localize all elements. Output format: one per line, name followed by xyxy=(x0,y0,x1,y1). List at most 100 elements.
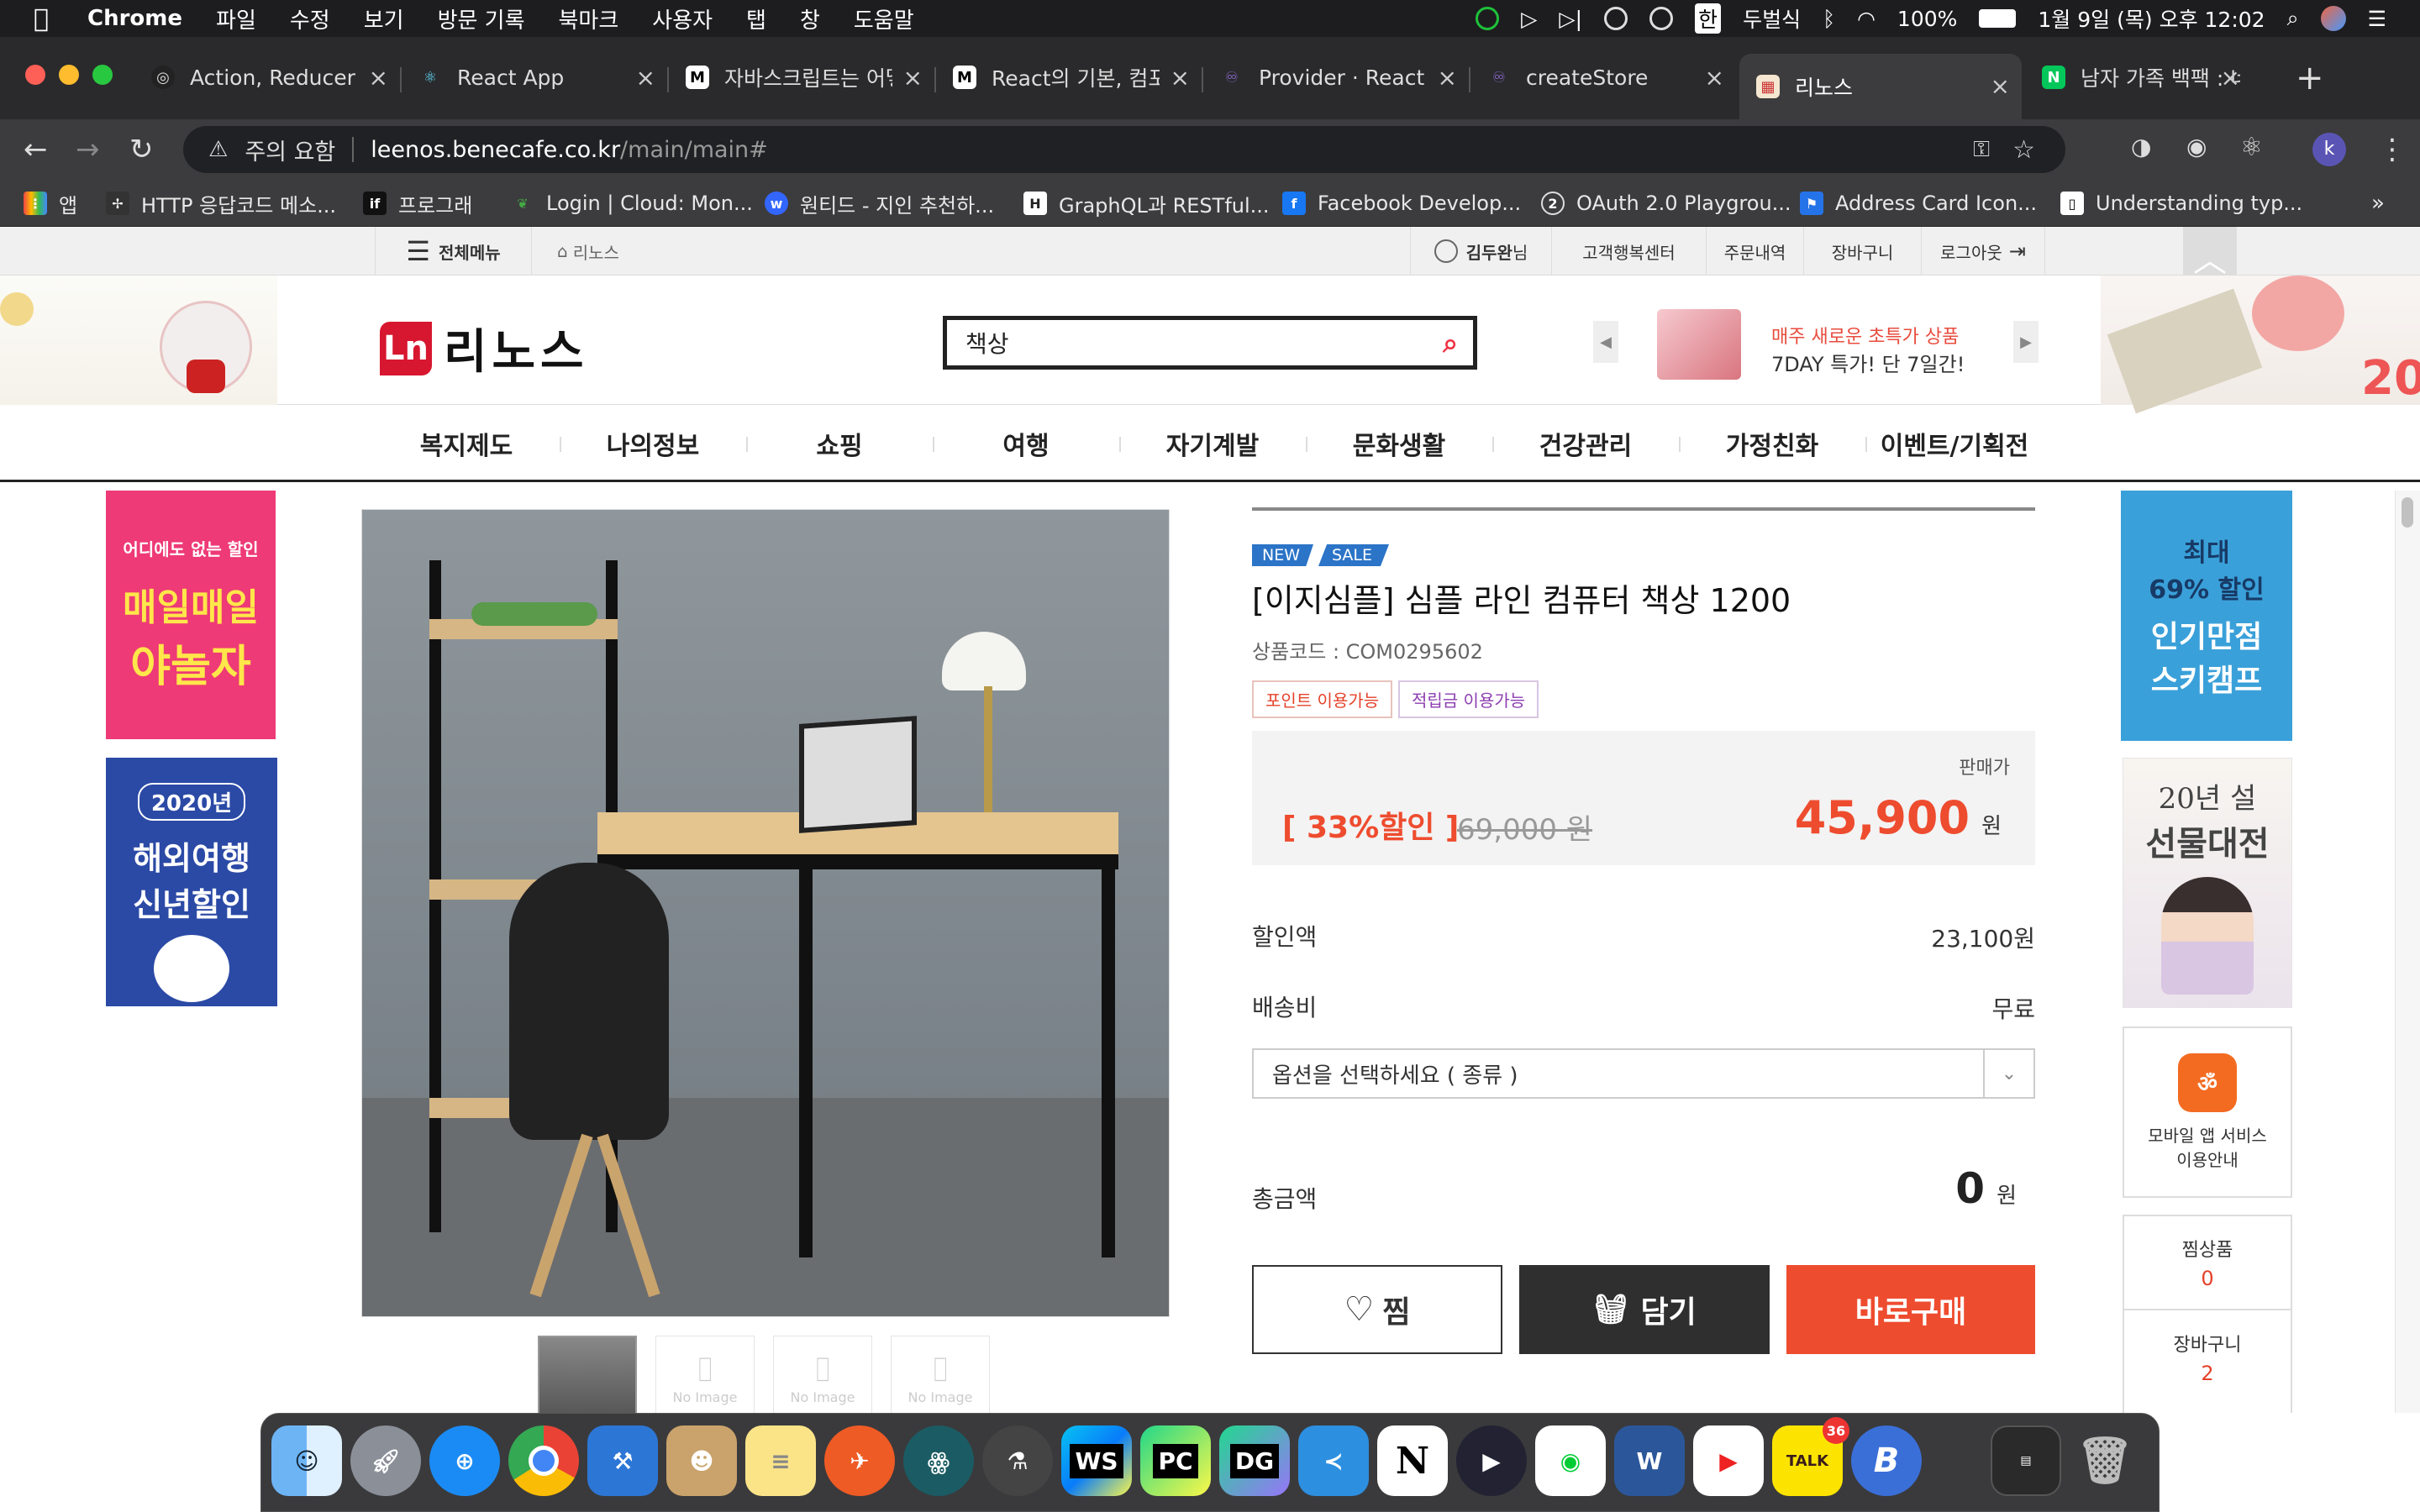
site-logo[interactable]: Ln 리노스 xyxy=(380,314,589,382)
input-source-label[interactable]: 두벌식 xyxy=(1743,3,1801,34)
extension-2-icon[interactable]: ◉ xyxy=(2186,133,2207,160)
nav-self-development[interactable]: 자기계발 xyxy=(1119,405,1306,482)
vscode-icon[interactable]: ≺ xyxy=(1298,1425,1369,1496)
finder-icon[interactable]: ☺ xyxy=(271,1425,342,1496)
bluetooth-icon[interactable]: ᛒ xyxy=(1823,7,1835,31)
thumbnail-2[interactable]: ⌷ No Image xyxy=(655,1336,755,1413)
infuse-icon[interactable]: ▶ xyxy=(1456,1425,1527,1496)
nav-my-info[interactable]: 나의정보 xyxy=(560,405,746,482)
add-to-cart-button[interactable]: 🧺︎ 담기 xyxy=(1519,1265,1770,1354)
menu-bookmarks[interactable]: 북마크 xyxy=(559,3,619,34)
next-icon[interactable]: ▷| xyxy=(1559,7,1582,31)
new-year-gift-banner[interactable]: 20년 설 선물대전 xyxy=(2123,758,2292,1008)
apple-icon[interactable]:  xyxy=(34,4,49,34)
cart-link[interactable]: 장바구니 xyxy=(1803,227,1921,276)
siri-icon[interactable] xyxy=(2320,6,2346,31)
bookmark-programmers[interactable]: if 프로그래 xyxy=(363,188,472,218)
all-menu-button[interactable]: ☰ 전체메뉴 xyxy=(375,227,531,276)
status-b-icon[interactable] xyxy=(1604,7,1628,30)
bookmark-http[interactable]: ✢ HTTP 응답코드 메소... xyxy=(106,188,336,218)
clock[interactable]: 1월 9일 (목) 오후 12:02 xyxy=(2038,3,2265,34)
search-box[interactable]: 책상 ⌕ xyxy=(943,316,1477,370)
url-host[interactable]: leenos.benecafe.co.kr xyxy=(371,137,620,163)
close-icon[interactable]: × xyxy=(636,64,655,92)
menu-window[interactable]: 창 xyxy=(800,3,820,34)
bookmark-graphql[interactable]: H GraphQL과 RESTful... xyxy=(1023,188,1270,218)
tab-javascript[interactable]: M 자바스크립트는 어떻 × xyxy=(669,54,934,101)
scrollbar-thumb[interactable] xyxy=(2402,497,2413,528)
notion-icon[interactable]: N xyxy=(1377,1425,1448,1496)
menu-tab[interactable]: 탭 xyxy=(746,3,766,34)
tab-provider[interactable]: ♾ Provider · React R × xyxy=(1203,54,1469,101)
trash-icon[interactable]: 🗑︎ xyxy=(2070,1425,2140,1496)
tab-createstore[interactable]: ♾ createStore × xyxy=(1470,54,1736,101)
pycharm-icon[interactable]: PC xyxy=(1140,1425,1211,1496)
promo-image[interactable] xyxy=(1657,309,1741,380)
postman-icon[interactable]: ✈ xyxy=(824,1425,895,1496)
promo-text[interactable]: 매주 새로운 초특가 상품 7DAY 특가! 단 7일간! xyxy=(1771,324,1965,378)
key-icon[interactable]: ⚿ xyxy=(1973,137,1990,163)
menu-help[interactable]: 도움말 xyxy=(854,3,914,34)
option-select[interactable]: 옵션을 선택하세요 ( 종류 ) ⌄ xyxy=(1252,1048,2035,1099)
promo-next-button[interactable]: ▶ xyxy=(2013,321,2039,363)
bookmark-address-card[interactable]: ⚑ Address Card Icon... xyxy=(1800,188,2037,218)
bookmark-wanted[interactable]: w 원티드 - 지인 추천하... xyxy=(765,188,994,218)
play-icon[interactable]: ▷ xyxy=(1521,7,1537,31)
close-icon[interactable]: × xyxy=(1438,64,1457,92)
youtube-icon[interactable]: ▶ xyxy=(1693,1425,1764,1496)
product-main-image[interactable] xyxy=(361,509,1170,1317)
promo-prev-button[interactable]: ◀ xyxy=(1593,321,1618,363)
new-tab-button[interactable]: + xyxy=(2296,59,2324,97)
tab-react-basic[interactable]: M React의 기본, 컴포 × xyxy=(936,54,1202,101)
contacts-icon[interactable]: ☻ xyxy=(666,1425,737,1496)
menu-file[interactable]: 파일 xyxy=(216,3,256,34)
bookmark-apps[interactable]: ⋮ 앱 xyxy=(24,188,77,218)
nav-welfare[interactable]: 복지제도 xyxy=(373,405,560,482)
line-icon[interactable]: ◉ xyxy=(1535,1425,1606,1496)
thumbnail-4[interactable]: ⌷ No Image xyxy=(891,1336,990,1413)
gitkraken-icon[interactable]: ꙮ xyxy=(903,1425,974,1496)
search-icon[interactable]: ⌕ xyxy=(1443,327,1458,360)
nav-travel[interactable]: 여행 xyxy=(933,405,1119,482)
menu-icon[interactable]: ⋮ xyxy=(2378,133,2407,166)
forward-icon[interactable]: → xyxy=(76,133,100,166)
extension-1-icon[interactable]: ◑ xyxy=(2131,133,2151,160)
safari-icon[interactable]: ⊕ xyxy=(429,1425,500,1496)
react-devtools-icon[interactable]: ⚛ xyxy=(2240,133,2263,162)
nav-culture[interactable]: 문화생활 xyxy=(1306,405,1492,482)
cart-quick[interactable]: 장바구니 2 xyxy=(2124,1310,2291,1404)
wishlist-quick[interactable]: 찜상품 0 xyxy=(2124,1216,2291,1310)
tab-leenos[interactable]: ▦ 리노스 × xyxy=(1739,54,2022,119)
bear-b-icon[interactable]: B xyxy=(1851,1425,1922,1496)
chrome-icon[interactable] xyxy=(508,1425,579,1496)
datagrip-icon[interactable]: DG xyxy=(1219,1425,1290,1496)
close-icon[interactable]: × xyxy=(369,64,388,92)
overseas-travel-banner[interactable]: 2020년 해외여행 신년할인 xyxy=(106,758,277,1006)
security-warning[interactable]: 주의 요함 xyxy=(245,134,335,166)
flask-icon[interactable]: ⚗ xyxy=(982,1425,1053,1496)
star-icon[interactable]: ☆ xyxy=(2012,135,2035,165)
battery-icon[interactable] xyxy=(1979,9,2017,28)
app-menu[interactable]: Chrome xyxy=(87,6,182,31)
notes-icon[interactable]: ≡ xyxy=(745,1425,816,1496)
menu-history[interactable]: 방문 기록 xyxy=(438,3,525,34)
profile-avatar[interactable]: k xyxy=(2312,133,2346,166)
status-m-icon[interactable] xyxy=(1649,7,1674,30)
spotlight-icon[interactable]: ⌕ xyxy=(2287,6,2299,31)
chevron-down-icon[interactable]: ⌄ xyxy=(1983,1050,2033,1097)
bookmark-mongo[interactable]: ❦ Login | Cloud: Mon... xyxy=(511,188,753,218)
bookmark-typescript[interactable]: ▯ Understanding typ... xyxy=(2060,188,2302,218)
input-source-icon[interactable]: 한 xyxy=(1695,3,1722,34)
more-bookmarks-icon[interactable]: » xyxy=(2371,188,2385,218)
ski-camp-banner[interactable]: 최대 69% 할인 인기만점 스키캠프 xyxy=(2121,491,2292,741)
nav-shopping[interactable]: 쇼핑 xyxy=(746,405,933,482)
close-icon[interactable]: × xyxy=(1705,64,1724,92)
word-icon[interactable]: W xyxy=(1614,1425,1685,1496)
bookmark-facebook[interactable]: f Facebook Develop... xyxy=(1282,188,1521,218)
url-path[interactable]: /main/main# xyxy=(620,137,768,163)
launchpad-icon[interactable]: 🚀︎ xyxy=(350,1425,421,1496)
back-icon[interactable]: ← xyxy=(24,133,48,166)
tab-action-reducer[interactable]: ◎ Action, Reducer w × xyxy=(134,54,400,101)
logout-link[interactable]: 로그아웃 ⇥ xyxy=(1921,227,2045,276)
control-list-icon[interactable]: ☰ xyxy=(2368,7,2386,31)
